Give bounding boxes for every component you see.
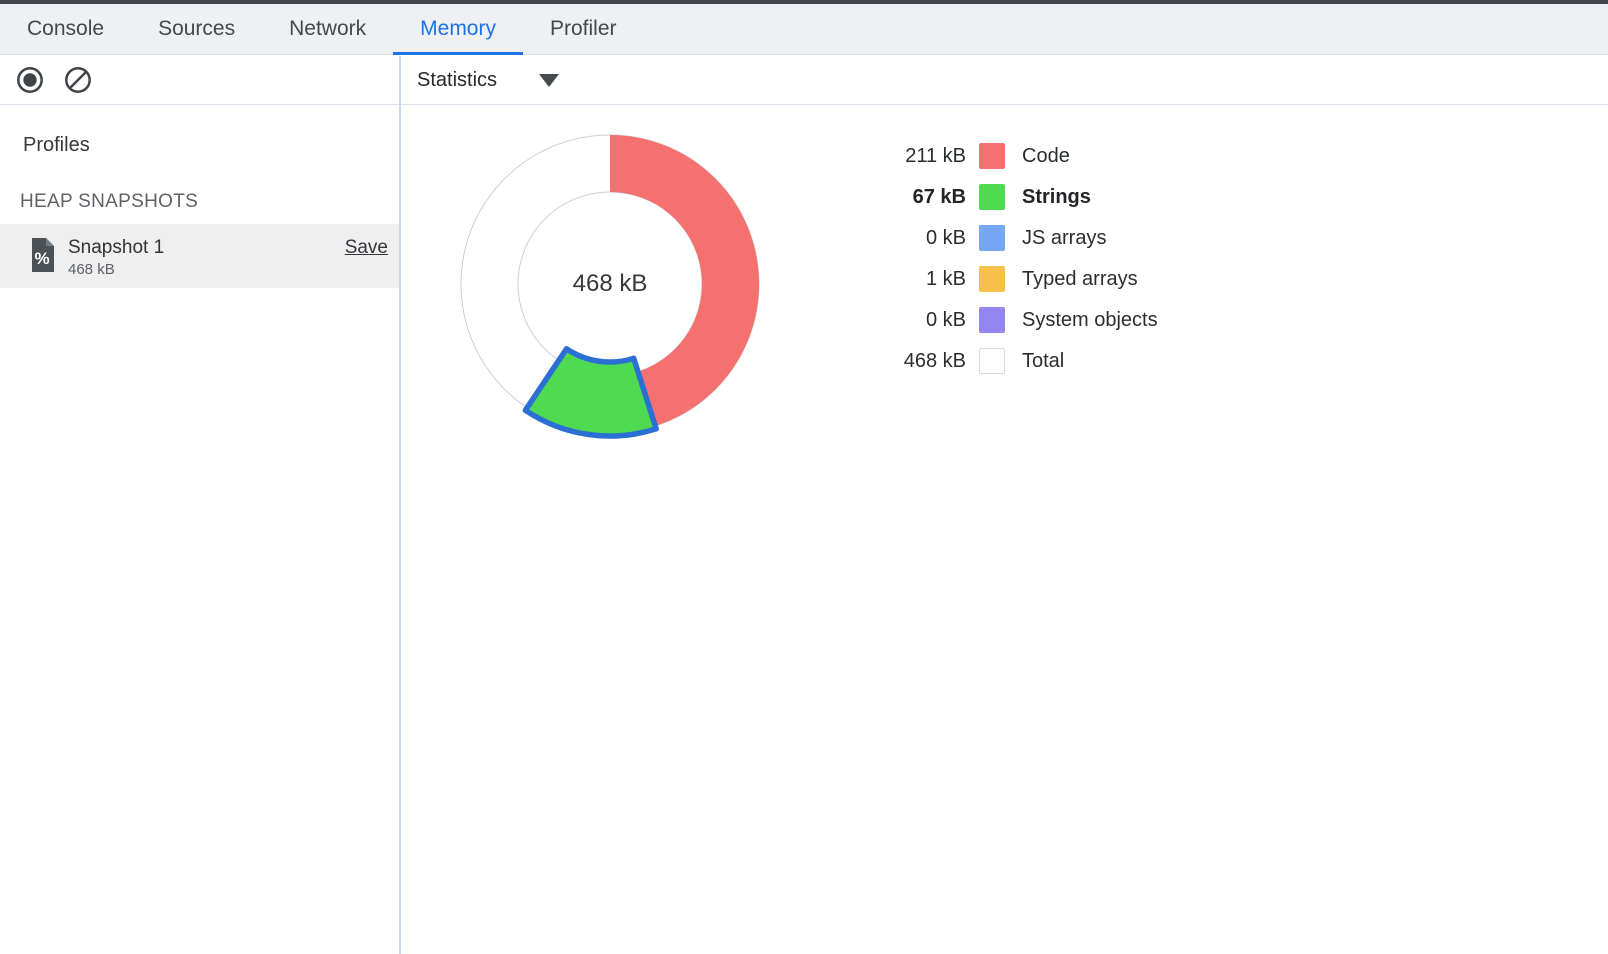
legend-swatch-strings-icon bbox=[979, 184, 1005, 210]
statistics-dropdown-value: Statistics bbox=[417, 69, 497, 92]
legend-value: 0 kB bbox=[860, 309, 966, 332]
legend-swatch-code-icon bbox=[979, 143, 1005, 169]
save-link[interactable]: Save bbox=[345, 237, 388, 259]
legend-row-js-arrays[interactable]: 0 kB JS arrays bbox=[860, 225, 1158, 251]
heap-snapshots-section-header: HEAP SNAPSHOTS bbox=[20, 191, 198, 213]
svg-text:%: % bbox=[34, 249, 49, 268]
tab-console[interactable]: Console bbox=[0, 4, 131, 54]
legend-value: 211 kB bbox=[860, 145, 966, 168]
profiles-title: Profiles bbox=[23, 134, 90, 157]
legend-label: Total bbox=[1022, 350, 1064, 373]
tab-profiler[interactable]: Profiler bbox=[523, 4, 644, 54]
pie-slice-strings[interactable] bbox=[525, 349, 656, 436]
record-heap-snapshot-button[interactable] bbox=[16, 66, 44, 94]
tab-sources[interactable]: Sources bbox=[131, 4, 262, 54]
legend-value: 0 kB bbox=[860, 227, 966, 250]
snapshot-name: Snapshot 1 bbox=[68, 237, 164, 259]
pie-center-total: 468 kB bbox=[540, 269, 680, 299]
legend-row-total[interactable]: 468 kB Total bbox=[860, 348, 1158, 374]
toolbar-icon-group bbox=[16, 56, 92, 104]
statistics-dropdown[interactable]: Statistics bbox=[417, 56, 559, 104]
legend-label: Typed arrays bbox=[1022, 268, 1138, 291]
heap-snapshot-document-icon: % bbox=[30, 236, 56, 274]
tab-network[interactable]: Network bbox=[262, 4, 393, 54]
clear-icon bbox=[64, 66, 92, 94]
legend-row-code[interactable]: 211 kB Code bbox=[860, 143, 1158, 169]
memory-panel-toolbar bbox=[0, 56, 1608, 105]
legend-swatch-system-objects-icon bbox=[979, 307, 1005, 333]
legend-swatch-typed-arrays-icon bbox=[979, 266, 1005, 292]
dropdown-caret-icon bbox=[539, 74, 559, 87]
legend-label: System objects bbox=[1022, 309, 1158, 332]
legend-label: Code bbox=[1022, 145, 1070, 168]
devtools-tabbar: ConsoleSourcesNetworkMemoryProfiler bbox=[0, 4, 1608, 55]
legend-value: 468 kB bbox=[860, 350, 966, 373]
record-icon bbox=[16, 66, 44, 94]
legend-swatch-js-arrays-icon bbox=[979, 225, 1005, 251]
tab-memory[interactable]: Memory bbox=[393, 4, 523, 54]
snapshot-list-item[interactable]: % Snapshot 1 468 kB Save bbox=[0, 224, 399, 288]
legend-value: 1 kB bbox=[860, 268, 966, 291]
chart-legend: 211 kB Code 67 kB Strings 0 kB JS arrays 1 kB T… bbox=[860, 143, 1158, 389]
legend-row-typed-arrays[interactable]: 1 kB Typed arrays bbox=[860, 266, 1158, 292]
sidebar-main-divider[interactable] bbox=[399, 56, 401, 954]
clear-profiles-button[interactable] bbox=[64, 66, 92, 94]
legend-label: Strings bbox=[1022, 186, 1091, 209]
legend-label: JS arrays bbox=[1022, 227, 1106, 250]
legend-row-strings[interactable]: 67 kB Strings bbox=[860, 184, 1158, 210]
legend-row-system-objects[interactable]: 0 kB System objects bbox=[860, 307, 1158, 333]
devtools-window: ConsoleSourcesNetworkMemoryProfiler Stat… bbox=[0, 0, 1608, 954]
snapshot-size: 468 kB bbox=[68, 261, 115, 278]
legend-swatch-total-icon bbox=[979, 348, 1005, 374]
legend-value: 67 kB bbox=[860, 186, 966, 209]
